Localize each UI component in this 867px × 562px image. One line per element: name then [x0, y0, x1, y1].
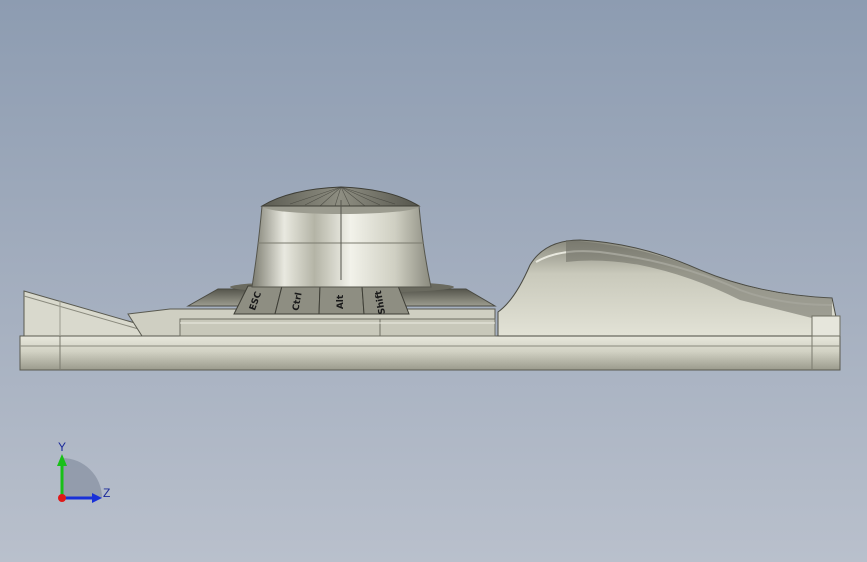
palm-rest — [497, 239, 841, 337]
alt-key[interactable]: Alt — [318, 285, 365, 315]
alt-key-label: Alt — [336, 294, 346, 309]
left-wedge — [23, 290, 143, 337]
function-keys[interactable]: ESC Ctrl Alt Shift — [233, 285, 410, 315]
cad-model[interactable]: ESC Ctrl Alt Shift — [0, 0, 867, 562]
ctrl-key[interactable]: Ctrl — [274, 285, 321, 315]
x-axis-point — [58, 494, 66, 502]
coordinate-triad: Y Z — [40, 440, 120, 510]
y-axis-label: Y — [58, 440, 67, 454]
base-plate — [19, 335, 841, 371]
graphics-viewport[interactable]: ESC Ctrl Alt Shift Y Z — [0, 0, 867, 562]
controller-knob[interactable] — [251, 186, 432, 288]
z-axis-label: Z — [103, 486, 111, 500]
